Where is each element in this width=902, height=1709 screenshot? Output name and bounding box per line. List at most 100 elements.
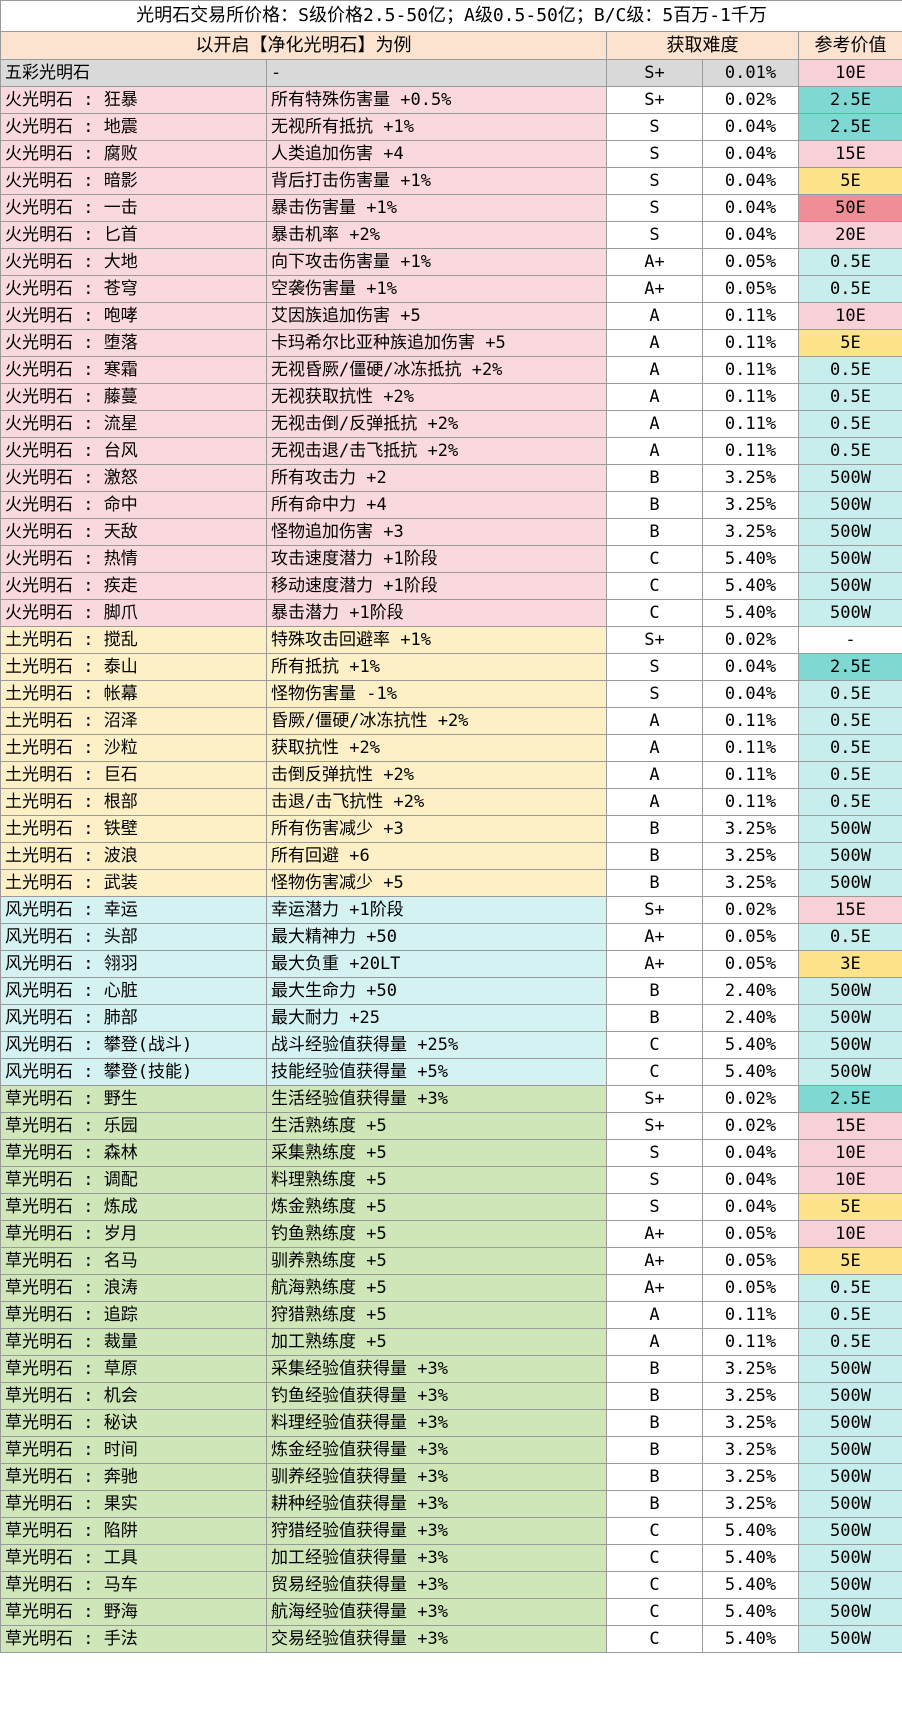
stone-rate: 0.01%: [702, 59, 799, 87]
stone-value: 500W: [797, 1571, 902, 1599]
stone-rate: 0.04%: [702, 1139, 799, 1167]
stone-value: 500W: [797, 815, 902, 843]
stone-rate: 0.05%: [702, 1247, 799, 1275]
stone-effect: 炼金熟练度 +5: [266, 1193, 607, 1221]
stone-name: 草光明石 : 名马: [0, 1247, 267, 1275]
stone-name: 草光明石 : 工具: [0, 1544, 267, 1572]
stone-grade: C: [606, 545, 703, 573]
stone-rate: 0.05%: [702, 923, 799, 951]
stone-rate: 0.05%: [702, 248, 799, 276]
stone-effect: 幸运潜力 +1阶段: [266, 896, 607, 924]
stone-rate: 0.11%: [702, 410, 799, 438]
stone-rate: 0.04%: [702, 140, 799, 168]
stone-value: 10E: [797, 1220, 902, 1248]
stone-grade: B: [606, 1436, 703, 1464]
stone-effect: 驯养经验值获得量 +3%: [266, 1463, 607, 1491]
stone-grade: S: [606, 653, 703, 681]
stone-value: 500W: [797, 572, 902, 600]
table-row: 草光明石 : 岁月 钓鱼熟练度 +5 A+ 0.05% 10E: [0, 1220, 902, 1248]
stone-effect: 击退/击飞抗性 +2%: [266, 788, 607, 816]
stone-value: 10E: [797, 302, 902, 330]
stone-name: 土光明石 : 帐幕: [0, 680, 267, 708]
stone-rate: 5.40%: [702, 1031, 799, 1059]
table-row: 土光明石 : 帐幕 怪物伤害量 -1% S 0.04% 0.5E: [0, 680, 902, 708]
stone-effect: 所有特殊伤害量 +0.5%: [266, 86, 607, 114]
stone-rate: 3.25%: [702, 518, 799, 546]
stone-value: 2.5E: [797, 86, 902, 114]
table-row: 火光明石 : 大地 向下攻击伤害量 +1% A+ 0.05% 0.5E: [0, 248, 902, 276]
stone-grade: C: [606, 1571, 703, 1599]
stone-rate: 5.40%: [702, 599, 799, 627]
stone-grade: S: [606, 1166, 703, 1194]
stone-rate: 0.11%: [702, 734, 799, 762]
stone-name: 火光明石 : 天敌: [0, 518, 267, 546]
stone-value: 0.5E: [797, 734, 902, 762]
stone-effect: 攻击速度潜力 +1阶段: [266, 545, 607, 573]
stone-rate: 3.25%: [702, 1490, 799, 1518]
stone-name: 火光明石 : 暗影: [0, 167, 267, 195]
stone-grade: S+: [606, 626, 703, 654]
stone-name: 草光明石 : 野生: [0, 1085, 267, 1113]
stone-rate: 2.40%: [702, 977, 799, 1005]
stone-name: 草光明石 : 浪涛: [0, 1274, 267, 1302]
table-row: 草光明石 : 名马 驯养熟练度 +5 A+ 0.05% 5E: [0, 1247, 902, 1275]
table-row: 火光明石 : 热情 攻击速度潜力 +1阶段 C 5.40% 500W: [0, 545, 902, 573]
stone-grade: S: [606, 194, 703, 222]
stone-value: 500W: [797, 977, 902, 1005]
stone-value: 0.5E: [797, 923, 902, 951]
stone-name: 草光明石 : 机会: [0, 1382, 267, 1410]
stone-value: 0.5E: [797, 1274, 902, 1302]
header-difficulty: 获取难度: [606, 31, 799, 60]
table-row: 草光明石 : 草原 采集经验值获得量 +3% B 3.25% 500W: [0, 1355, 902, 1383]
stone-value: 2.5E: [797, 113, 902, 141]
stone-value: 500W: [797, 1355, 902, 1383]
stone-value: 500W: [797, 1409, 902, 1437]
stone-name: 土光明石 : 武装: [0, 869, 267, 897]
stone-grade: B: [606, 977, 703, 1005]
stone-grade: C: [606, 1031, 703, 1059]
stone-rate: 0.05%: [702, 1220, 799, 1248]
stone-grade: B: [606, 1382, 703, 1410]
table-row: 风光明石 : 攀登(战斗) 战斗经验值获得量 +25% C 5.40% 500W: [0, 1031, 902, 1059]
table-row: 火光明石 : 激怒 所有攻击力 +2 B 3.25% 500W: [0, 464, 902, 492]
stone-rate: 0.04%: [702, 1166, 799, 1194]
stone-effect: 怪物伤害量 -1%: [266, 680, 607, 708]
stone-rate: 0.11%: [702, 437, 799, 465]
stone-value: 0.5E: [797, 275, 902, 303]
stone-value: 20E: [797, 221, 902, 249]
stone-effect: 无视所有抵抗 +1%: [266, 113, 607, 141]
stone-rate: 0.11%: [702, 302, 799, 330]
stone-rate: 0.04%: [702, 221, 799, 249]
stone-name: 火光明石 : 台风: [0, 437, 267, 465]
stone-effect: 加工熟练度 +5: [266, 1328, 607, 1356]
stone-name: 草光明石 : 追踪: [0, 1301, 267, 1329]
stone-name: 草光明石 : 时间: [0, 1436, 267, 1464]
table-row: 土光明石 : 巨石 击倒反弹抗性 +2% A 0.11% 0.5E: [0, 761, 902, 789]
stone-value: 500W: [797, 1490, 902, 1518]
stone-effect: 战斗经验值获得量 +25%: [266, 1031, 607, 1059]
stone-rate: 3.25%: [702, 1409, 799, 1437]
stone-effect: 所有抵抗 +1%: [266, 653, 607, 681]
stone-effect: 钓鱼经验值获得量 +3%: [266, 1382, 607, 1410]
stone-grade: S+: [606, 896, 703, 924]
stone-effect: 无视昏厥/僵硬/冰冻抵抗 +2%: [266, 356, 607, 384]
stone-rate: 5.40%: [702, 572, 799, 600]
stone-grade: A: [606, 1301, 703, 1329]
stone-effect: 技能经验值获得量 +5%: [266, 1058, 607, 1086]
stone-value: 500W: [797, 518, 902, 546]
table-row: 草光明石 : 马车 贸易经验值获得量 +3% C 5.40% 500W: [0, 1571, 902, 1599]
stone-value: 500W: [797, 1436, 902, 1464]
stone-name: 火光明石 : 大地: [0, 248, 267, 276]
stone-name: 火光明石 : 地震: [0, 113, 267, 141]
sheet-title: 光明石交易所价格：S级价格2.5-50亿；A级0.5-50亿；B/C级：5百万-…: [0, 0, 902, 32]
stone-name: 草光明石 : 野海: [0, 1598, 267, 1626]
stone-name: 土光明石 : 沙粒: [0, 734, 267, 762]
stone-value: 2.5E: [797, 1085, 902, 1113]
table-row: 草光明石 : 野生 生活经验值获得量 +3% S+ 0.02% 2.5E: [0, 1085, 902, 1113]
stone-rate: 3.25%: [702, 1463, 799, 1491]
stone-rate: 5.40%: [702, 1517, 799, 1545]
stone-name: 草光明石 : 裁量: [0, 1328, 267, 1356]
stone-effect: 暴击潜力 +1阶段: [266, 599, 607, 627]
stone-name: 草光明石 : 岁月: [0, 1220, 267, 1248]
stone-effect: 最大耐力 +25: [266, 1004, 607, 1032]
